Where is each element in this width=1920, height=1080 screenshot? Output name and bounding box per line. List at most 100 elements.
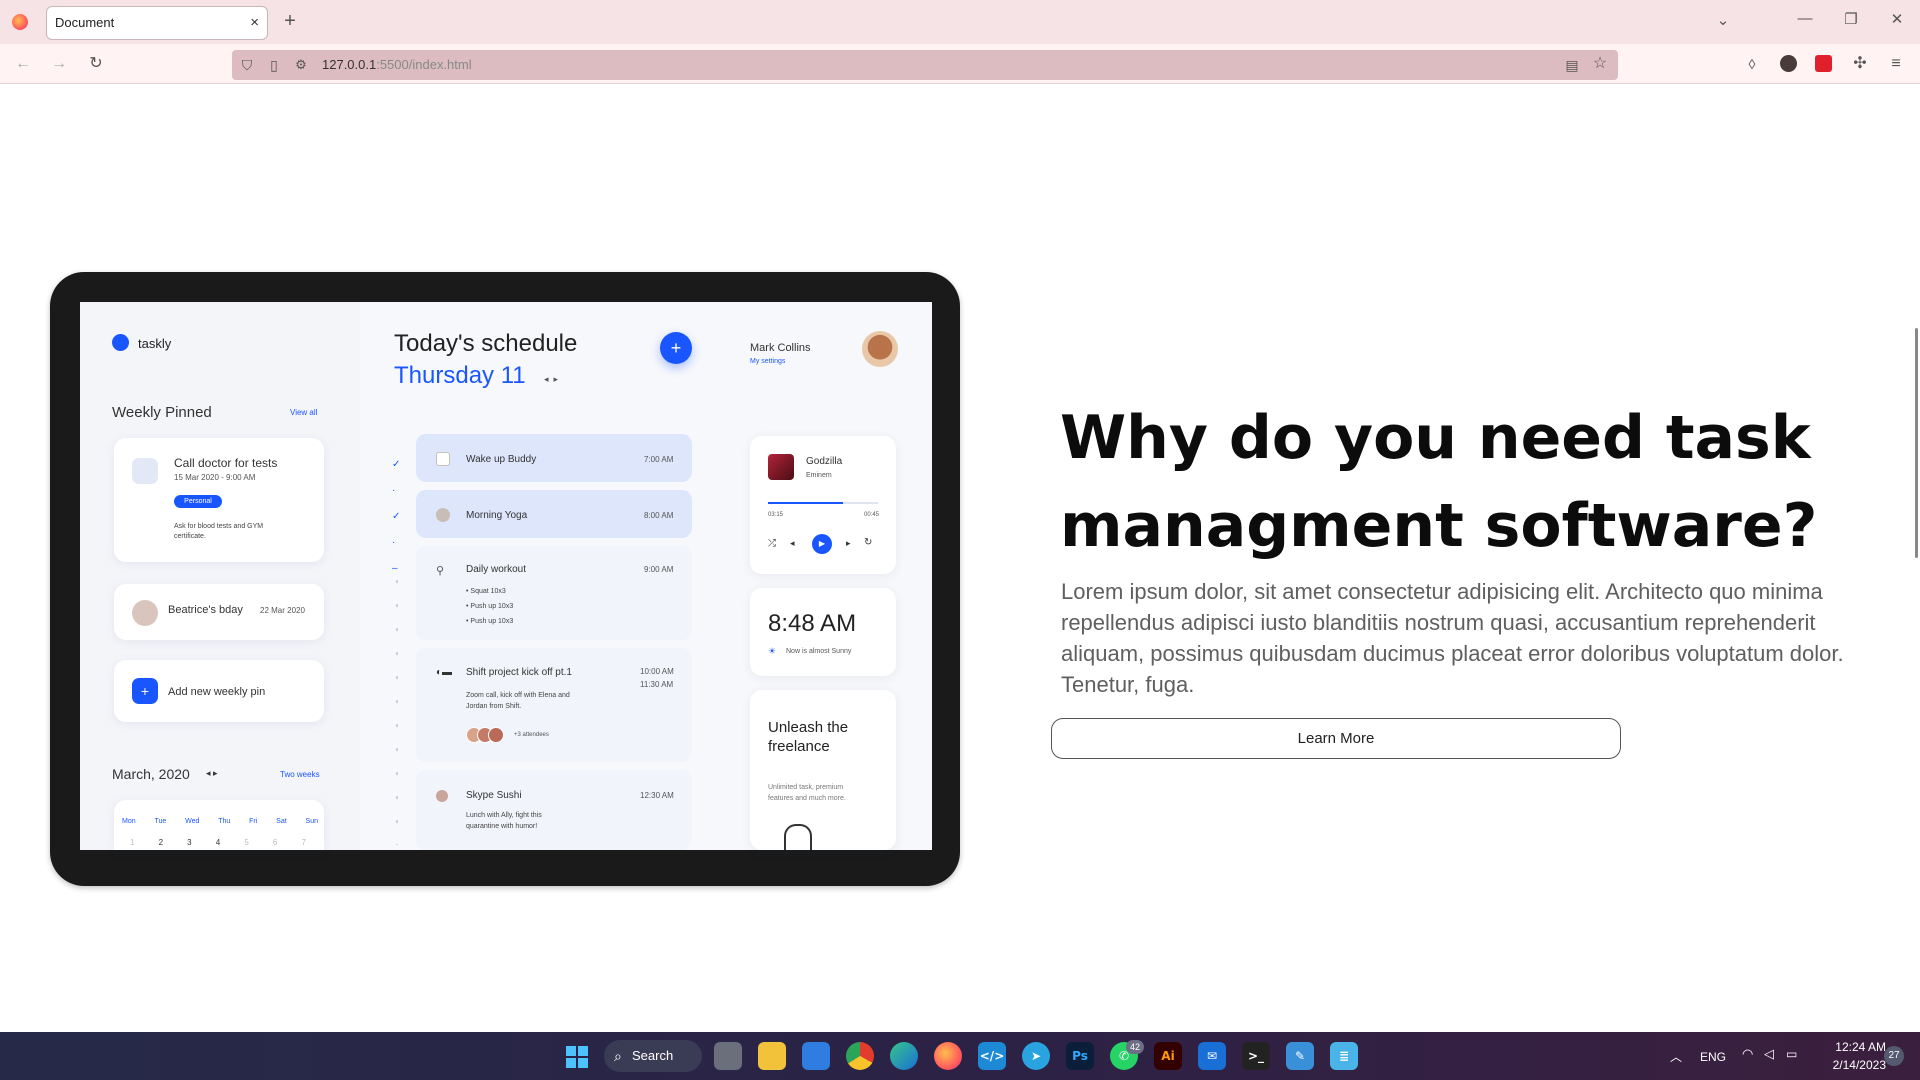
plus-icon: + xyxy=(132,678,158,704)
sun-icon: ☀ xyxy=(768,646,777,656)
task-time: 8:00 AM xyxy=(644,511,674,520)
store-icon[interactable] xyxy=(802,1042,830,1070)
chrome-icon[interactable] xyxy=(846,1042,874,1070)
clock-date[interactable]: 2/14/2023 xyxy=(1822,1058,1886,1072)
account-avatar[interactable] xyxy=(1780,55,1797,72)
sushi-note: Lunch with Ally, fight this quarantine w… xyxy=(466,812,542,830)
shuffle-icon[interactable]: ⤮ xyxy=(768,538,776,549)
notepad-icon[interactable]: ≣ xyxy=(1330,1042,1358,1070)
wifi-icon[interactable]: ◠ xyxy=(1742,1046,1753,1062)
battery-icon[interactable]: ▭ xyxy=(1786,1047,1797,1061)
view-all-link[interactable]: View all xyxy=(290,408,317,417)
photoshop-icon[interactable]: Ps xyxy=(1066,1042,1094,1070)
forward-icon[interactable]: → xyxy=(48,54,70,74)
task-title: Morning Yoga xyxy=(466,510,528,521)
shield-icon[interactable]: ⛉ xyxy=(238,55,256,75)
mail-icon[interactable]: ✉ xyxy=(1198,1042,1226,1070)
play-button[interactable]: ▶ xyxy=(812,534,832,554)
repeat-icon[interactable]: ↻ xyxy=(864,537,872,548)
workout-item: • Push up 10x3 xyxy=(466,618,514,625)
task-view-icon[interactable] xyxy=(714,1042,742,1070)
personal-tag: Personal xyxy=(174,495,222,508)
reload-icon[interactable]: ↻ xyxy=(85,54,107,74)
task-title: Daily workout xyxy=(466,564,527,575)
url-host: 127.0.0.1 xyxy=(322,57,377,72)
back-icon[interactable]: ← xyxy=(12,54,34,74)
sushi-icon xyxy=(436,790,448,802)
volume-icon[interactable]: ◁ xyxy=(1764,1046,1774,1062)
permissions-icon[interactable]: ⚙ xyxy=(292,55,310,75)
workout-item-label: Squat 10x3 xyxy=(470,588,506,595)
song-title: Godzilla xyxy=(806,456,843,467)
new-tab-button[interactable]: + xyxy=(280,11,300,31)
notification-badge[interactable]: 27 xyxy=(1884,1046,1904,1066)
restore-button[interactable]: ❐ xyxy=(1840,10,1862,28)
clock-time[interactable]: 12:24 AM xyxy=(1822,1040,1886,1054)
chevron-down-icon[interactable]: ⌄ xyxy=(1712,11,1734,29)
avatar[interactable] xyxy=(862,331,898,367)
chevron-up-icon[interactable]: ︿ xyxy=(1670,1048,1682,1065)
weekday: Sun xyxy=(305,818,318,825)
firefox-icon[interactable] xyxy=(934,1042,962,1070)
user-settings-link[interactable]: My settings xyxy=(750,358,785,365)
start-tile xyxy=(578,1058,588,1068)
previous-icon[interactable]: ◂ xyxy=(790,538,795,549)
add-task-button[interactable]: + xyxy=(660,332,692,364)
workout-item: • Push up 10x3 xyxy=(466,603,514,610)
extension-icon[interactable] xyxy=(1815,55,1832,72)
task-title: Skype Sushi xyxy=(466,790,522,801)
terminal-icon[interactable]: >_ xyxy=(1242,1042,1270,1070)
task-time: 7:00 AM xyxy=(644,455,674,464)
add-pin-label: Add new weekly pin xyxy=(168,686,266,698)
pin-date-bday: 22 Mar 2020 xyxy=(260,606,305,615)
month-arrows[interactable]: ◂ ▸ xyxy=(206,768,218,779)
puzzle-icon[interactable]: ✣ xyxy=(1850,54,1870,74)
pocket-icon[interactable]: ◊ xyxy=(1742,54,1762,74)
file-explorer-icon[interactable] xyxy=(758,1042,786,1070)
tab-document[interactable]: Document × xyxy=(46,6,268,40)
close-icon[interactable]: × xyxy=(250,7,259,39)
date[interactable]: 3 xyxy=(187,838,191,847)
learn-more-button[interactable]: Learn More xyxy=(1051,718,1621,759)
dumbbell-icon: ⚲ xyxy=(436,565,445,577)
date[interactable]: 4 xyxy=(216,838,220,847)
workout-list: • Squat 10x3 • Push up 10x3 • Push up 10… xyxy=(466,584,513,629)
two-weeks-link[interactable]: Two weeks xyxy=(280,770,320,779)
promo-widget[interactable] xyxy=(750,690,896,850)
scrollbar-thumb[interactable] xyxy=(1915,328,1918,558)
illustrator-icon[interactable]: Ai xyxy=(1154,1042,1182,1070)
date[interactable]: 5 xyxy=(244,838,248,847)
weather-text: Now is almost Sunny xyxy=(786,648,852,655)
firefox-icon[interactable] xyxy=(12,14,28,30)
language-indicator[interactable]: ENG xyxy=(1700,1050,1726,1064)
date[interactable]: 2 xyxy=(159,838,163,847)
page-paragraph: Lorem ipsum dolor, sit amet consectetur … xyxy=(1061,579,1844,697)
weekday: Mon xyxy=(122,818,136,825)
minimize-button[interactable]: — xyxy=(1794,10,1816,27)
telegram-icon[interactable]: ➤ xyxy=(1022,1042,1050,1070)
windows-start-icon[interactable] xyxy=(566,1046,588,1068)
bookmark-star-icon[interactable]: ☆ xyxy=(1590,54,1610,74)
timeline-checks: ✓ · ✓ · – xyxy=(392,459,401,574)
taskbar-search[interactable]: ⌕ Search xyxy=(604,1040,702,1072)
pin-title-doctor: Call doctor for tests xyxy=(174,456,278,470)
doctor-icon xyxy=(132,458,158,484)
menu-icon[interactable]: ≡ xyxy=(1886,54,1906,74)
task-workout[interactable] xyxy=(416,546,692,640)
timeline-dashes xyxy=(396,580,398,845)
page-icon[interactable]: ▯ xyxy=(266,55,282,75)
paint-icon[interactable]: ✎ xyxy=(1286,1042,1314,1070)
url-text[interactable]: 127.0.0.1:5500/index.html xyxy=(322,57,472,72)
date[interactable]: 6 xyxy=(273,838,277,847)
day-arrows[interactable]: ◂ ▸ xyxy=(544,374,558,385)
album-cover xyxy=(768,454,794,480)
close-window-button[interactable]: ✕ xyxy=(1886,10,1908,28)
user-name: Mark Collins xyxy=(750,342,811,354)
date[interactable]: 7 xyxy=(301,838,305,847)
reader-view-icon[interactable]: ▤ xyxy=(1562,55,1582,75)
date[interactable]: 1 xyxy=(130,838,134,847)
weekday: Tue xyxy=(154,818,167,825)
next-icon[interactable]: ▸ xyxy=(846,538,851,549)
vscode-icon[interactable]: </> xyxy=(978,1042,1006,1070)
edge-icon[interactable] xyxy=(890,1042,918,1070)
